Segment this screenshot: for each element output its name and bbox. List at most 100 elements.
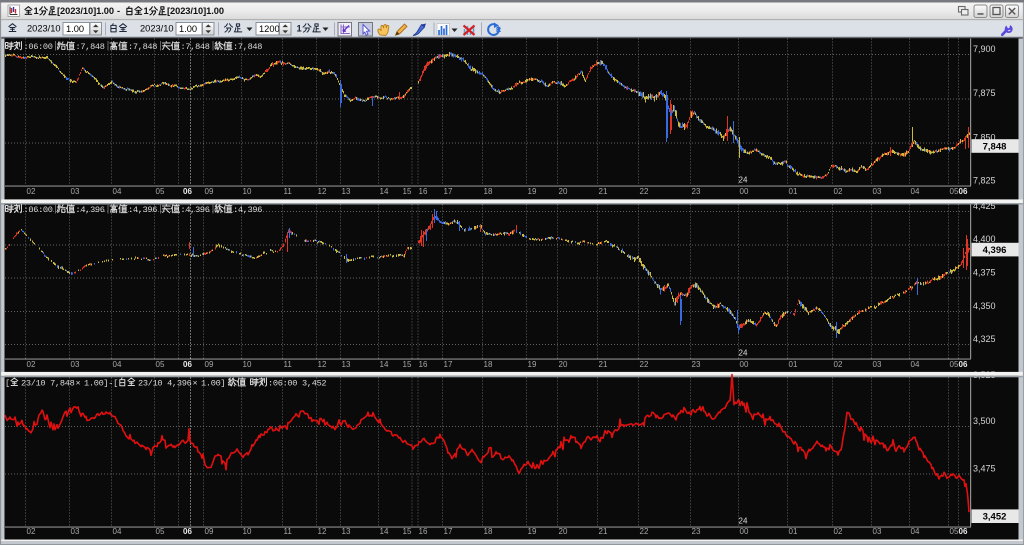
- svg-text:14: 14: [380, 360, 389, 369]
- svg-text:[2023/10]1.00: [2023/10]1.00: [167, 6, 224, 16]
- svg-text:7,900: 7,900: [973, 44, 996, 54]
- svg-text:21: 21: [599, 360, 608, 369]
- svg-text::7,848: :7,848: [128, 42, 157, 52]
- svg-text:18: 18: [484, 187, 493, 196]
- svg-text:04: 04: [113, 187, 122, 196]
- svg-text:02: 02: [834, 187, 843, 196]
- svg-text:17: 17: [444, 527, 453, 536]
- svg-text:23: 23: [692, 360, 701, 369]
- svg-text:03: 03: [71, 360, 80, 369]
- svg-text:06: 06: [183, 527, 192, 536]
- svg-text:21: 21: [599, 187, 608, 196]
- svg-text:1: 1: [144, 6, 149, 16]
- svg-text:15: 15: [403, 187, 412, 196]
- svg-text:06: 06: [183, 187, 192, 196]
- svg-text:13: 13: [342, 187, 351, 196]
- svg-text:02: 02: [27, 187, 36, 196]
- svg-text:24: 24: [739, 349, 748, 358]
- svg-text:00: 00: [740, 187, 749, 196]
- svg-text::4,396: :4,396: [128, 205, 157, 215]
- svg-text:04: 04: [911, 187, 920, 196]
- svg-text:20: 20: [559, 527, 568, 536]
- svg-text:02: 02: [27, 360, 36, 369]
- svg-text:01: 01: [789, 360, 798, 369]
- svg-text:23: 23: [692, 187, 701, 196]
- svg-text:1.00: 1.00: [179, 24, 197, 34]
- svg-text:R: R: [496, 27, 501, 34]
- svg-text::06:00 3,452: :06:00 3,452: [268, 378, 326, 388]
- svg-text:01: 01: [789, 527, 798, 536]
- svg-text:05: 05: [156, 187, 165, 196]
- svg-text:22: 22: [640, 527, 649, 536]
- svg-text:23/10 7,848: 23/10 7,848: [21, 378, 75, 388]
- svg-text:10: 10: [243, 187, 252, 196]
- svg-text:[2023/10]1.00: [2023/10]1.00: [57, 6, 114, 16]
- svg-text:[: [: [5, 378, 10, 388]
- svg-text:22: 22: [640, 360, 649, 369]
- svg-text:-: -: [117, 6, 120, 16]
- svg-text:05: 05: [156, 360, 165, 369]
- svg-text:1.00: 1.00: [66, 24, 84, 34]
- svg-text:03: 03: [71, 527, 80, 536]
- svg-text:20: 20: [559, 360, 568, 369]
- svg-text::4,396: :4,396: [76, 205, 105, 215]
- svg-text:01: 01: [789, 187, 798, 196]
- svg-text::7,848: :7,848: [181, 42, 210, 52]
- svg-text:06: 06: [959, 527, 968, 536]
- svg-text:1.00]: 1.00]: [201, 378, 225, 388]
- svg-text:12: 12: [318, 527, 327, 536]
- svg-text:4,400: 4,400: [973, 234, 996, 244]
- svg-text:06: 06: [959, 360, 968, 369]
- svg-text:02: 02: [834, 360, 843, 369]
- svg-text::06:00: :06:00: [24, 205, 53, 215]
- svg-text:03: 03: [873, 360, 882, 369]
- svg-text:04: 04: [911, 360, 920, 369]
- svg-text:7,875: 7,875: [973, 88, 996, 98]
- svg-text:1200: 1200: [259, 24, 280, 34]
- svg-text:4,350: 4,350: [973, 301, 996, 311]
- svg-text:24: 24: [739, 176, 748, 185]
- svg-text::7,848: :7,848: [233, 42, 262, 52]
- svg-text::4,396: :4,396: [233, 205, 262, 215]
- svg-text:11: 11: [284, 527, 293, 536]
- svg-text:23/10 4,396: 23/10 4,396: [138, 378, 192, 388]
- svg-text:02: 02: [834, 527, 843, 536]
- svg-text:03: 03: [71, 187, 80, 196]
- svg-text:16: 16: [419, 187, 428, 196]
- svg-text:20: 20: [559, 187, 568, 196]
- svg-text:2023/10: 2023/10: [27, 24, 61, 34]
- svg-text:10: 10: [243, 527, 252, 536]
- svg-text:14: 14: [380, 527, 389, 536]
- svg-text:2023/10: 2023/10: [140, 24, 174, 34]
- svg-text:24: 24: [739, 517, 748, 526]
- svg-text:15: 15: [403, 527, 412, 536]
- svg-text:17: 17: [444, 187, 453, 196]
- svg-text:19: 19: [528, 360, 537, 369]
- svg-text:3,475: 3,475: [973, 464, 996, 474]
- svg-text:18: 18: [484, 360, 493, 369]
- svg-text:05: 05: [156, 527, 165, 536]
- svg-text:03: 03: [873, 527, 882, 536]
- svg-text::7,848: :7,848: [76, 42, 105, 52]
- svg-text:4,375: 4,375: [973, 268, 996, 278]
- svg-text:09: 09: [205, 187, 214, 196]
- svg-text:1: 1: [34, 6, 39, 16]
- svg-text:3,452: 3,452: [983, 512, 1007, 523]
- svg-text:18: 18: [484, 527, 493, 536]
- svg-text:23: 23: [692, 527, 701, 536]
- svg-text:1.00]-[: 1.00]-[: [84, 378, 118, 388]
- svg-text:4,425: 4,425: [973, 201, 996, 211]
- svg-text:7,825: 7,825: [973, 176, 996, 186]
- svg-text:7,848: 7,848: [983, 141, 1007, 152]
- svg-text:00: 00: [740, 527, 749, 536]
- svg-text:03: 03: [873, 187, 882, 196]
- svg-text::06:00: :06:00: [24, 42, 53, 52]
- svg-text:09: 09: [205, 360, 214, 369]
- svg-text:17: 17: [444, 360, 453, 369]
- svg-text:16: 16: [419, 527, 428, 536]
- svg-text:14: 14: [380, 187, 389, 196]
- svg-text:16: 16: [419, 360, 428, 369]
- svg-text:04: 04: [113, 360, 122, 369]
- svg-text:1: 1: [297, 24, 302, 34]
- svg-text:09: 09: [205, 527, 214, 536]
